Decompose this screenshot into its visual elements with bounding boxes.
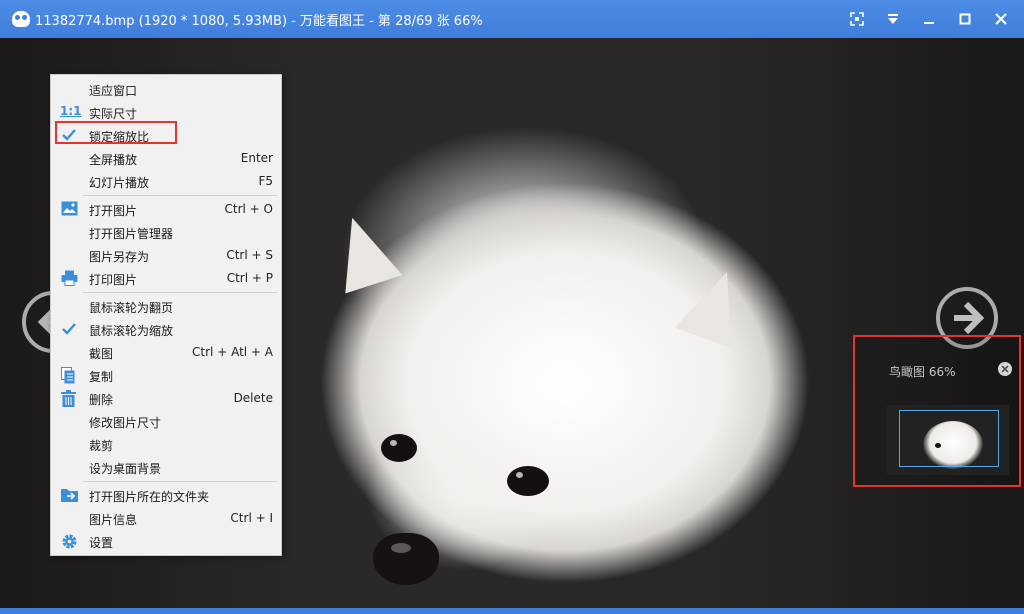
menu-item-set-wallpaper[interactable]: 设为桌面背景: [51, 457, 281, 478]
menu-item-fullscreen[interactable]: 全屏播放 Enter: [51, 148, 281, 169]
menu-item-screenshot[interactable]: 截图 Ctrl + Atl + A: [51, 342, 281, 363]
title-bar: 11382774.bmp (1920 * 1080, 5.93MB) - 万能看…: [0, 0, 1024, 38]
menu-item-delete[interactable]: 删除 Delete: [51, 388, 281, 409]
window-bottom-border: [0, 608, 1024, 614]
navigator-viewport-frame[interactable]: [899, 410, 999, 467]
menu-item-save-as[interactable]: 图片另存为 Ctrl + S: [51, 245, 281, 266]
context-menu: 适应窗口 1:1 实际尺寸 锁定缩放比 全屏播放 Enter 幻灯片播放 F5 …: [50, 74, 282, 556]
menu-item-image-manager[interactable]: 打开图片管理器: [51, 222, 281, 243]
copy-icon: [61, 367, 79, 384]
window-title: 11382774.bmp (1920 * 1080, 5.93MB) - 万能看…: [35, 14, 483, 29]
trash-icon: [61, 390, 79, 407]
menu-item-crop[interactable]: 裁剪: [51, 434, 281, 455]
menu-separator: [83, 481, 277, 482]
app-logo-icon: [12, 11, 30, 27]
menu-item-slideshow[interactable]: 幻灯片播放 F5: [51, 171, 281, 192]
window-controls: [842, 6, 1016, 32]
menu-item-open-folder[interactable]: 打开图片所在的文件夹: [51, 485, 281, 506]
fullscreen-icon[interactable]: [842, 6, 872, 32]
dog-ear-left: [323, 208, 403, 294]
dog-nose: [373, 533, 439, 585]
highlight-lock-zoom: [55, 121, 177, 144]
arrow-right-icon: [954, 301, 984, 335]
menu-item-resize[interactable]: 修改图片尺寸: [51, 411, 281, 432]
menu-item-copy[interactable]: 复制: [51, 365, 281, 386]
folder-icon: [61, 487, 79, 504]
printer-icon: [61, 270, 79, 287]
menu-item-print[interactable]: 打印图片 Ctrl + P: [51, 268, 281, 289]
dog-ear-right: [674, 261, 756, 349]
image-icon: [61, 201, 79, 218]
menu-item-wheel-page[interactable]: 鼠标滚轮为翻页: [51, 296, 281, 317]
menu-item-wheel-zoom[interactable]: 鼠标滚轮为缩放: [51, 319, 281, 340]
minimize-icon[interactable]: [914, 6, 944, 32]
close-icon[interactable]: [986, 6, 1016, 32]
navigator-title: 鸟瞰图 66%: [889, 365, 956, 379]
dog-eye-left: [381, 434, 417, 462]
menu-item-settings[interactable]: 设置: [51, 531, 281, 552]
menu-separator: [83, 292, 277, 293]
menu-separator: [83, 195, 277, 196]
gear-icon: [61, 533, 79, 550]
actual-size-icon: 1:1: [60, 104, 82, 118]
dropdown-icon[interactable]: [878, 6, 908, 32]
menu-item-open-image[interactable]: 打开图片 Ctrl + O: [51, 199, 281, 220]
dog-eye-right: [507, 466, 549, 496]
navigator-close-icon[interactable]: [998, 362, 1012, 376]
check-icon: [61, 321, 79, 338]
menu-item-actual-size[interactable]: 1:1 实际尺寸: [51, 102, 281, 123]
menu-item-image-info[interactable]: 图片信息 Ctrl + I: [51, 508, 281, 529]
menu-item-fit-window[interactable]: 适应窗口: [51, 79, 281, 100]
maximize-icon[interactable]: [950, 6, 980, 32]
